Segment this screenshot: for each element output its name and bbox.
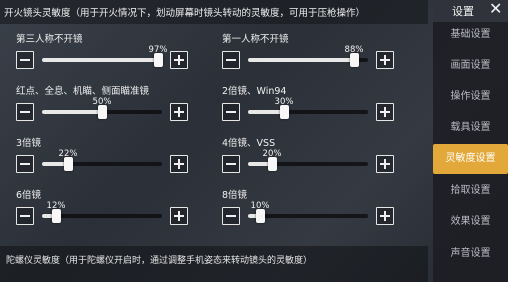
increase-button[interactable] <box>170 155 188 173</box>
decrease-button[interactable] <box>16 155 34 173</box>
sidebar-item-pickup[interactable]: 拾取设置 <box>433 176 508 206</box>
sidebar-item-vehicle[interactable]: 载具设置 <box>433 113 508 143</box>
increase-button[interactable] <box>376 155 394 173</box>
sensitivity-panel: 开火镜头灵敏度（用于开火情况下，划动屏幕时镜头转动的灵敏度，可用于压枪操作） 第… <box>0 0 428 282</box>
slider-track[interactable] <box>42 157 162 171</box>
sidebar-item-graphics[interactable]: 画面设置 <box>433 51 508 81</box>
slider-track[interactable] <box>42 105 162 119</box>
increase-button[interactable] <box>170 103 188 121</box>
slider-4x-scope: 4倍镜、VSS 20% <box>222 135 412 185</box>
slider-thumb[interactable] <box>153 53 163 67</box>
close-icon[interactable]: ✕ <box>489 0 502 19</box>
decrease-button[interactable] <box>222 51 240 69</box>
slider-label: 8倍镜 <box>222 190 248 201</box>
increase-button[interactable] <box>170 51 188 69</box>
sidebar-item-controls[interactable]: 操作设置 <box>433 82 508 112</box>
increase-button[interactable] <box>376 103 394 121</box>
slider-8x-scope: 8倍镜 10% <box>222 187 412 237</box>
decrease-button[interactable] <box>16 51 34 69</box>
gyroscope-section-header: 陀螺仪灵敏度（用于陀螺仪开启时，通过调整手机姿态来转动镜头的灵敏度） <box>0 246 428 282</box>
minus-icon <box>20 215 30 217</box>
sidebar-header: 设置 ✕ <box>433 0 508 22</box>
slider-fill <box>42 110 102 114</box>
minus-icon <box>20 111 30 113</box>
settings-sidebar: 设置 ✕ 基础设置 画面设置 操作设置 载具设置 灵敏度设置 拾取设置 效果设置… <box>433 0 508 282</box>
sidebar-item-sound[interactable]: 声音设置 <box>433 239 508 269</box>
decrease-button[interactable] <box>16 207 34 225</box>
sidebar-title: 设置 <box>452 5 474 18</box>
slider-track[interactable] <box>42 209 162 223</box>
decrease-button[interactable] <box>16 103 34 121</box>
increase-button[interactable] <box>170 207 188 225</box>
slider-3x-scope: 3倍镜 22% <box>16 135 206 185</box>
slider-third-person-no-scope: 第三人称不开镜 97% <box>16 31 206 81</box>
slider-track[interactable] <box>248 105 368 119</box>
minus-icon <box>226 111 236 113</box>
slider-label: 红点、全息、机瞄、侧面瞄准镜 <box>16 86 150 97</box>
sidebar-item-effects[interactable]: 效果设置 <box>433 207 508 237</box>
slider-label: 第三人称不开镜 <box>16 34 83 45</box>
minus-icon <box>20 163 30 165</box>
decrease-button[interactable] <box>222 155 240 173</box>
slider-label: 第一人称不开镜 <box>222 34 289 45</box>
slider-first-person-no-scope: 第一人称不开镜 88% <box>222 31 412 81</box>
slider-thumb[interactable] <box>255 209 265 223</box>
slider-red-dot-holo: 红点、全息、机瞄、侧面瞄准镜 50% <box>16 83 206 133</box>
section-header: 开火镜头灵敏度（用于开火情况下，划动屏幕时镜头转动的灵敏度，可用于压枪操作） <box>0 0 428 24</box>
decrease-button[interactable] <box>222 207 240 225</box>
slider-label: 2倍镜、Win94 <box>222 86 287 97</box>
slider-thumb[interactable] <box>279 105 289 119</box>
minus-icon <box>20 59 30 61</box>
decrease-button[interactable] <box>222 103 240 121</box>
section-title: 开火镜头灵敏度（用于开火情况下，划动屏幕时镜头转动的灵敏度，可用于压枪操作） <box>4 8 366 19</box>
slider-fill <box>42 58 158 62</box>
minus-icon <box>226 215 236 217</box>
gyroscope-title: 陀螺仪灵敏度（用于陀螺仪开启时，通过调整手机姿态来转动镜头的灵敏度） <box>6 256 313 266</box>
increase-button[interactable] <box>376 51 394 69</box>
slider-2x-scope: 2倍镜、Win94 30% <box>222 83 412 133</box>
slider-track[interactable] <box>248 209 368 223</box>
slider-thumb[interactable] <box>267 157 277 171</box>
sidebar-item-basic[interactable]: 基础设置 <box>433 20 508 50</box>
slider-thumb[interactable] <box>63 157 73 171</box>
slider-track[interactable] <box>248 53 368 67</box>
slider-thumb[interactable] <box>349 53 359 67</box>
sidebar-item-sensitivity[interactable]: 灵敏度设置 <box>433 144 508 174</box>
minus-icon <box>226 163 236 165</box>
slider-thumb[interactable] <box>51 209 61 223</box>
slider-track[interactable] <box>42 53 163 67</box>
slider-label: 6倍镜 <box>16 190 42 201</box>
slider-label: 3倍镜 <box>16 138 42 149</box>
slider-6x-scope: 6倍镜 12% <box>16 187 206 237</box>
slider-thumb[interactable] <box>97 105 107 119</box>
slider-track[interactable] <box>248 157 368 171</box>
slider-fill <box>248 58 354 62</box>
minus-icon <box>226 59 236 61</box>
slider-label: 4倍镜、VSS <box>222 138 276 149</box>
slider-fill <box>248 110 284 114</box>
increase-button[interactable] <box>376 207 394 225</box>
